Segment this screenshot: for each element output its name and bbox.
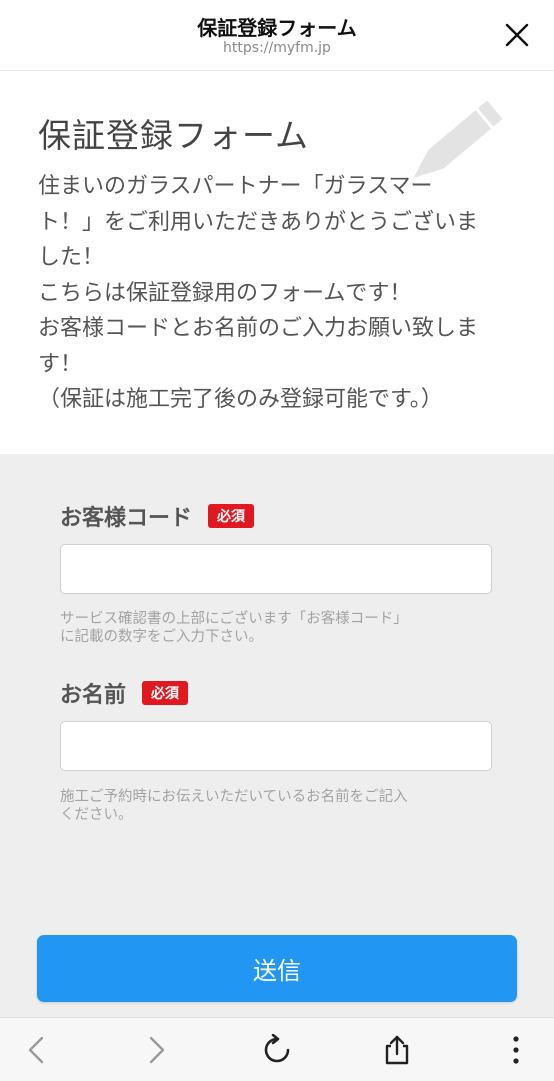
intro-description: 住まいのガラスパートナー「ガラスマー ト！」をご利用いただきありがとうございま … <box>38 169 518 418</box>
share-icon[interactable] <box>381 1034 413 1066</box>
intro-line: 住まいのガラスパートナー「ガラスマー <box>38 174 433 199</box>
submit-button[interactable]: 送信 <box>37 935 517 1002</box>
intro-section: 保証登録フォーム 住まいのガラスパートナー「ガラスマー ト！」をご利用いただきあ… <box>0 71 554 454</box>
customer-code-help: サービス確認書の上部にございます「お客様コード」 に記載の数字をご入力下さい。 <box>60 610 500 646</box>
page-title: 保証登録フォーム <box>197 16 357 40</box>
page-url: https://myfm.jp <box>223 40 331 56</box>
intro-line: お客様コードとお名前のご入力お願い致しま <box>38 316 479 341</box>
name-label: お名前 必須 <box>60 677 189 709</box>
customer-code-input[interactable] <box>60 544 492 594</box>
required-badge: 必須 <box>142 681 189 705</box>
registration-form: お客様コード 必須 サービス確認書の上部にございます「お客様コード」 に記載の数… <box>0 454 554 1017</box>
chevron-right-icon[interactable] <box>139 1034 171 1066</box>
name-label-text: お名前 <box>60 683 127 708</box>
intro-line: す！ <box>38 351 83 377</box>
help-line: 施工ご予約時にお伝えいただいているお名前をご記入 <box>60 789 408 805</box>
browser-toolbar <box>0 1017 554 1081</box>
chevron-left-icon[interactable] <box>22 1034 54 1066</box>
more-vertical-icon[interactable] <box>500 1034 532 1066</box>
intro-line: （保証は施工完了後のみ登録可能です。） <box>38 387 443 412</box>
help-line: サービス確認書の上部にございます「お客様コード」 <box>60 611 408 627</box>
help-line: ください。 <box>60 807 133 823</box>
reload-icon[interactable] <box>261 1033 293 1066</box>
intro-line: ト！」をご利用いただきありがとうございま <box>38 209 479 235</box>
help-line: に記載の数字をご入力下さい。 <box>60 629 263 645</box>
intro-line: した！ <box>38 245 105 270</box>
browser-header: 保証登録フォーム https://myfm.jp <box>0 0 554 71</box>
close-icon[interactable] <box>504 22 530 48</box>
required-badge: 必須 <box>208 504 255 528</box>
intro-line: こちらは保証登録用のフォームです！ <box>38 280 412 306</box>
customer-code-label: お客様コード 必須 <box>60 500 255 532</box>
customer-code-label-text: お客様コード <box>60 506 193 531</box>
name-help: 施工ご予約時にお伝えいただいているお名前をご記入 ください。 <box>60 788 500 824</box>
name-input[interactable] <box>60 721 492 771</box>
intro-heading: 保証登録フォーム <box>38 116 310 155</box>
